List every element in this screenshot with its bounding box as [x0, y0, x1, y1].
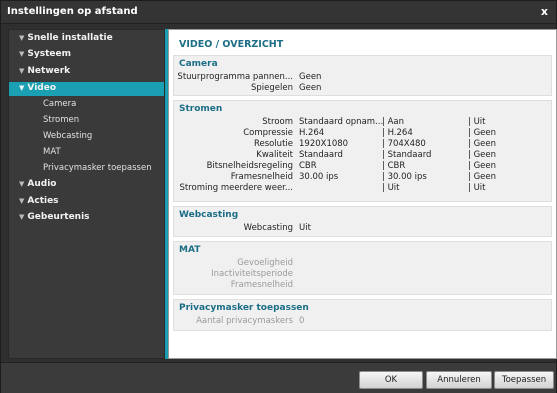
row-label: Spiegelen	[251, 83, 293, 93]
row-value: H.264	[299, 128, 325, 138]
row-value: | 30.00 ips	[382, 172, 427, 182]
sidebar-item-netwerk[interactable]: ▼ Netwerk	[19, 66, 70, 76]
row-value: | H.264	[382, 128, 413, 138]
sidebar-item-systeem[interactable]: ▼ Systeem	[19, 49, 71, 59]
row-value: | Geen	[468, 172, 496, 182]
close-icon[interactable]: x	[541, 5, 548, 18]
content-panel: VIDEO / OVERZICHT Camera Stuurprogramma …	[168, 29, 557, 359]
sidebar-item-label: Gebeurtenis	[27, 212, 90, 222]
sidebar-item-label: Netwerk	[27, 66, 71, 76]
apply-button[interactable]: Toepassen	[494, 371, 554, 389]
section-title: Stromen	[179, 104, 223, 114]
row-value: Standaard	[299, 150, 343, 160]
row-label: Kwaliteit	[256, 150, 293, 160]
sidebar-subitem-camera[interactable]: Camera	[43, 99, 76, 109]
row-value: | Uit	[468, 117, 486, 127]
row-value: Geen	[299, 83, 322, 93]
cancel-button[interactable]: Annuleren	[426, 371, 492, 389]
row-label: Stuurprogramma pannen...	[177, 72, 293, 82]
window-title: Instellingen op afstand	[7, 6, 138, 17]
row-value: 0	[299, 316, 305, 326]
expand-triangle-icon: ▼	[19, 34, 25, 42]
sidebar-item-gebeurtenis[interactable]: ▼ Gebeurtenis	[19, 212, 90, 222]
expand-triangle-icon: ▼	[19, 180, 25, 188]
row-value: | Geen	[468, 150, 496, 160]
sidebar-item-acties[interactable]: ▼ Acties	[19, 196, 59, 206]
row-value: 30.00 ips	[299, 172, 339, 182]
sidebar: ▼ Snelle installatie ▼ Systeem ▼ Netwerk ▼ V…	[8, 29, 165, 359]
settings-window: Instellingen op afstand x ▼ Snelle instal…	[0, 0, 557, 393]
expand-triangle-icon: ▼	[19, 67, 25, 75]
row-label: Framesnelheid	[230, 172, 293, 182]
row-value: Uit	[299, 223, 311, 233]
row-value: Standaard opnam...	[299, 117, 384, 127]
sidebar-item-label: Audio	[27, 179, 57, 189]
row-label: Inactiviteitsperiode	[211, 269, 293, 279]
row-value: Geen	[299, 72, 322, 82]
collapse-triangle-icon: ▼	[19, 84, 25, 92]
title-bar[interactable]: Instellingen op afstand x	[1, 1, 556, 24]
row-label: Aantal privacymaskers	[196, 316, 293, 326]
row-value: | 704X480	[382, 139, 426, 149]
row-value: | Uit	[468, 183, 486, 193]
row-label: Stroming meerdere weer...	[179, 183, 293, 193]
sidebar-subitem-webcasting[interactable]: Webcasting	[43, 131, 92, 141]
row-label: Resolutie	[253, 139, 293, 149]
expand-triangle-icon: ▼	[19, 213, 25, 221]
expand-triangle-icon: ▼	[19, 197, 25, 205]
webcasting-section: Webcasting Webcasting Uit	[173, 206, 552, 237]
sidebar-item-label: Snelle installatie	[27, 33, 113, 43]
footer-bar: OK Annuleren Toepassen	[1, 362, 556, 393]
row-value: | Geen	[468, 128, 496, 138]
stromen-section: Stromen Stroom Standaard opnam... | Aan …	[173, 100, 552, 202]
sidebar-subitem-privacymasker[interactable]: Privacymasker toepassen	[43, 163, 152, 173]
expand-triangle-icon: ▼	[19, 50, 25, 58]
privacy-section: Privacymasker toepassen Aantal privacyma…	[173, 299, 552, 331]
section-title: Privacymasker toepassen	[179, 303, 309, 313]
row-label: Gevoeligheid	[237, 258, 293, 268]
row-label: Bitsnelheidsregeling	[206, 161, 293, 171]
section-title: Webcasting	[179, 210, 239, 220]
sidebar-item-snelle-installatie[interactable]: ▼ Snelle installatie	[19, 33, 113, 43]
sidebar-subitem-stromen[interactable]: Stromen	[43, 115, 79, 125]
row-value: | Geen	[468, 139, 496, 149]
row-value: | Geen	[468, 161, 496, 171]
ok-button[interactable]: OK	[359, 371, 423, 389]
section-title: Camera	[179, 59, 218, 69]
section-title: MAT	[179, 245, 201, 255]
sidebar-item-video[interactable]: ▼ Video	[19, 83, 56, 93]
row-value: | Aan	[382, 117, 404, 127]
row-value: | Standaard	[382, 150, 432, 160]
row-label: Framesnelheid	[230, 280, 293, 290]
sidebar-item-label: Acties	[27, 196, 59, 206]
page-title: VIDEO / OVERZICHT	[179, 39, 284, 50]
row-value: CBR	[299, 161, 317, 171]
sidebar-item-label: Video	[27, 83, 57, 93]
mat-section: MAT Gevoeligheid Inactiviteitsperiode Fr…	[173, 241, 552, 295]
row-label: Webcasting	[243, 223, 293, 233]
sidebar-subitem-mat[interactable]: MAT	[43, 147, 61, 157]
row-value: 1920X1080	[299, 139, 349, 149]
sidebar-item-audio[interactable]: ▼ Audio	[19, 179, 56, 189]
row-label: Stroom	[262, 117, 293, 127]
sidebar-item-label: Systeem	[27, 49, 71, 59]
camera-section: Camera Stuurprogramma pannen... Geen Spi…	[173, 55, 552, 96]
row-label: Compressie	[243, 128, 293, 138]
row-value: | Uit	[382, 183, 400, 193]
row-value: | CBR	[382, 161, 406, 171]
